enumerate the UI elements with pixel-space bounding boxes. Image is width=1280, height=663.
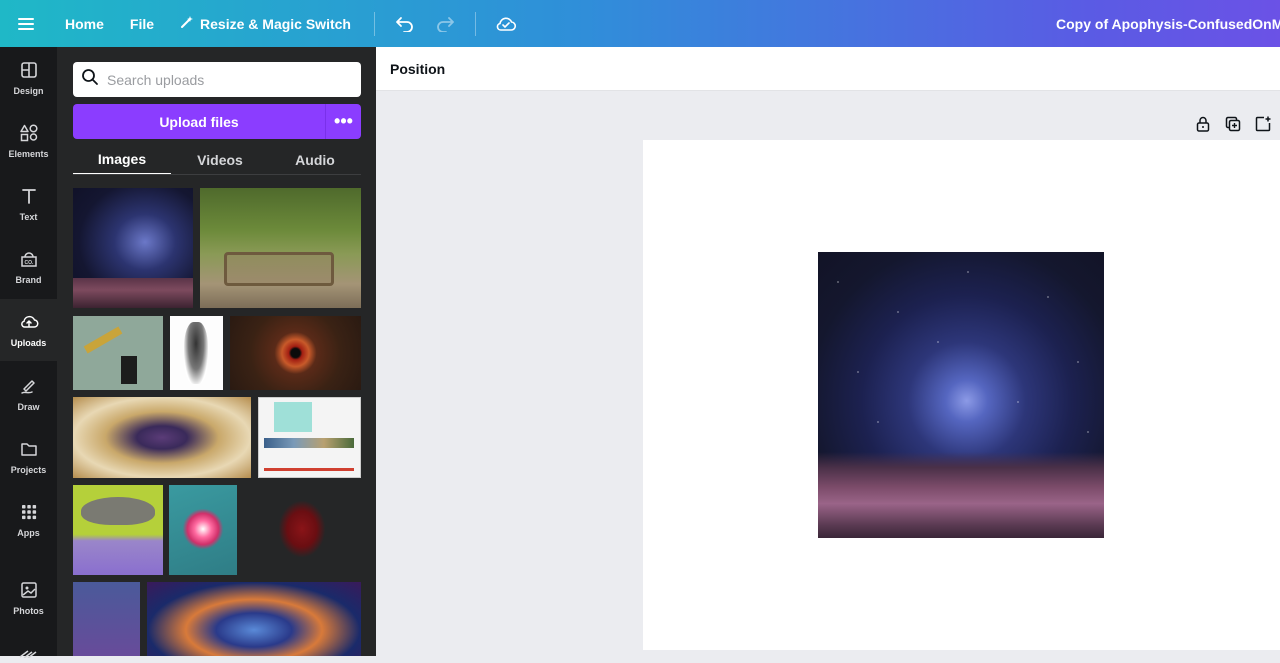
tab-audio[interactable]: Audio — [269, 144, 361, 175]
elements-icon — [19, 123, 39, 145]
magic-wand-icon — [180, 15, 194, 32]
upload-row: Upload files ••• — [73, 104, 361, 139]
cloud-saved-icon[interactable] — [486, 0, 526, 47]
rail-item-apps[interactable]: Apps — [0, 489, 57, 551]
thumbnail-starry-sky[interactable] — [73, 188, 193, 308]
rail-label: Uploads — [10, 338, 47, 348]
editor-toolbar: Position — [376, 47, 1280, 91]
top-bar: Home File Resize & Magic Switch Copy of … — [0, 0, 1280, 47]
rail-item-design[interactable]: Design — [0, 47, 57, 109]
flower-field-layer — [818, 452, 1104, 538]
more-rail-icon[interactable] — [18, 645, 38, 659]
page-tools — [1194, 115, 1272, 133]
thumbnail-sketch-portrait[interactable] — [170, 316, 223, 390]
screenshot-block — [274, 402, 312, 432]
upload-files-button[interactable]: Upload files — [73, 104, 325, 139]
screenshot-strip — [264, 438, 354, 448]
side-rail: Design Elements Text CO. Brand Uploads D… — [0, 47, 57, 659]
draw-icon — [19, 376, 39, 398]
media-tabs: Images Videos Audio — [73, 144, 361, 175]
tab-images[interactable]: Images — [73, 144, 171, 175]
duplicate-page-icon[interactable] — [1224, 115, 1242, 133]
red-tree-shape — [279, 501, 325, 557]
thumbnail-screenshot[interactable] — [258, 397, 361, 478]
home-button[interactable]: Home — [52, 0, 117, 47]
more-options-button[interactable]: ••• — [325, 104, 361, 139]
document-title[interactable]: Copy of Apophysis-ConfusedOnMany — [1056, 0, 1280, 47]
photos-icon — [19, 580, 39, 602]
screenshot-line — [264, 468, 354, 471]
rail-label: Projects — [10, 465, 47, 475]
resize-magic-switch-button[interactable]: Resize & Magic Switch — [167, 0, 364, 47]
search-box[interactable] — [73, 62, 361, 97]
rail-item-projects[interactable]: Projects — [0, 426, 57, 488]
undo-icon[interactable] — [385, 0, 425, 47]
thumbnail-flowers — [73, 278, 193, 308]
thumbnail-mermaid[interactable] — [73, 582, 140, 656]
search-icon — [81, 68, 99, 91]
rail-label: Draw — [17, 402, 40, 412]
search-input[interactable] — [107, 71, 347, 88]
lock-icon[interactable] — [1194, 115, 1212, 133]
thumbnail-dragon-eye[interactable] — [230, 316, 361, 390]
portrait-shape — [184, 322, 208, 384]
thumbnail-floating-island[interactable] — [73, 485, 163, 575]
thumbnail-red-tree[interactable] — [243, 485, 361, 575]
thumbnail-pink-flower[interactable] — [169, 485, 237, 575]
divider — [474, 11, 476, 36]
brand-icon: CO. — [19, 249, 39, 271]
thumbnail-psychedelic-face[interactable] — [73, 397, 251, 478]
rail-label: Photos — [13, 606, 44, 616]
figure-shape — [121, 356, 137, 384]
gavel-shape — [83, 326, 123, 354]
tabs-divider — [73, 174, 361, 175]
thumbnail-fence — [224, 252, 334, 286]
add-page-icon[interactable] — [1254, 115, 1272, 133]
apps-icon — [19, 502, 39, 524]
design-icon — [19, 60, 39, 82]
resize-label: Resize & Magic Switch — [200, 15, 351, 32]
rail-label: Elements — [8, 149, 49, 159]
rail-label: Brand — [15, 275, 42, 285]
folder-icon — [19, 439, 39, 461]
flower-shape — [183, 509, 223, 549]
rail-label: Design — [13, 86, 44, 96]
divider — [373, 11, 375, 36]
rail-item-text[interactable]: Text — [0, 173, 57, 235]
uploads-panel: Upload files ••• Images Videos Audio — [57, 47, 376, 656]
file-menu-button[interactable]: File — [117, 0, 167, 47]
rail-item-draw[interactable]: Draw — [0, 363, 57, 425]
rail-label: Text — [19, 212, 38, 222]
thumbnail-forest[interactable] — [200, 188, 361, 308]
cloud-upload-icon — [19, 312, 39, 334]
rail-item-brand[interactable]: CO. Brand — [0, 236, 57, 298]
canvas-image-starry-sky[interactable] — [818, 252, 1104, 538]
rail-item-uploads[interactable]: Uploads — [0, 299, 57, 361]
hamburger-menu-icon[interactable] — [0, 0, 52, 47]
tab-videos[interactable]: Videos — [171, 144, 269, 175]
redo-icon[interactable] — [425, 0, 465, 47]
text-icon — [19, 186, 39, 208]
rail-item-photos[interactable]: Photos — [0, 567, 57, 629]
rail-item-elements[interactable]: Elements — [0, 110, 57, 172]
rail-label: Apps — [17, 528, 40, 538]
svg-text:CO.: CO. — [24, 260, 34, 266]
thumbnail-blue-goddess[interactable] — [147, 582, 361, 656]
thumbnail-gavel[interactable] — [73, 316, 163, 390]
island-shape — [81, 497, 155, 525]
position-button[interactable]: Position — [390, 61, 445, 77]
